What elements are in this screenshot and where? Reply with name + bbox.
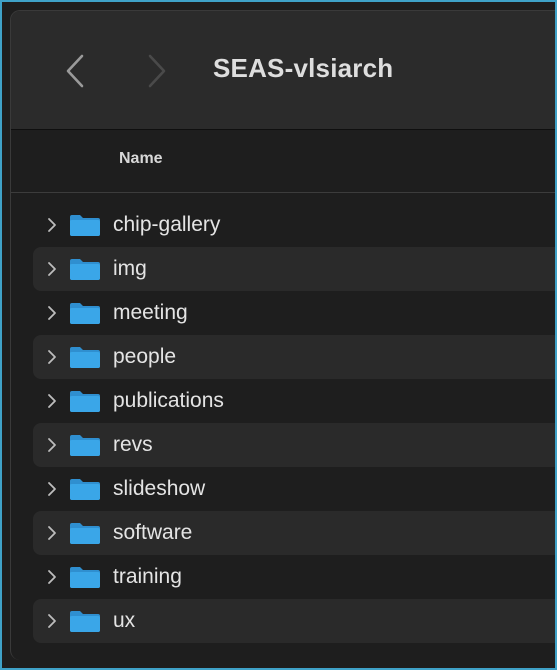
list-item[interactable]: publications <box>33 379 555 423</box>
file-name: people <box>113 345 177 368</box>
list-item[interactable]: ux <box>33 599 555 643</box>
folder-icon <box>69 389 101 413</box>
file-name: chip-gallery <box>113 213 221 236</box>
file-name: img <box>113 257 147 280</box>
list-item[interactable]: training <box>33 555 555 599</box>
chevron-right-icon <box>148 54 166 88</box>
file-name: software <box>113 521 193 544</box>
disclosure-chevron-icon[interactable] <box>47 437 59 453</box>
file-name: revs <box>113 433 153 456</box>
folder-icon <box>69 301 101 325</box>
list-item[interactable]: meeting <box>33 291 555 335</box>
list-item[interactable]: slideshow <box>33 467 555 511</box>
list-item[interactable]: img <box>33 247 555 291</box>
list-item[interactable]: chip-gallery <box>33 203 555 247</box>
folder-icon <box>69 609 101 633</box>
disclosure-chevron-icon[interactable] <box>47 481 59 497</box>
chevron-left-icon <box>66 54 84 88</box>
file-name: meeting <box>113 301 188 324</box>
folder-icon <box>69 257 101 281</box>
list-item[interactable]: revs <box>33 423 555 467</box>
folder-icon <box>69 433 101 457</box>
file-name: slideshow <box>113 477 206 500</box>
disclosure-chevron-icon[interactable] <box>47 569 59 585</box>
back-button[interactable] <box>55 51 95 91</box>
file-name: training <box>113 565 182 588</box>
folder-icon <box>69 213 101 237</box>
forward-button[interactable] <box>137 51 177 91</box>
column-header: Name <box>11 130 555 193</box>
disclosure-chevron-icon[interactable] <box>47 525 59 541</box>
name-column-header[interactable]: Name <box>119 150 163 168</box>
toolbar: SEAS-vlsiarch <box>11 11 555 130</box>
finder-window: SEAS-vlsiarch Name chip-gallery img meetin… <box>10 10 555 660</box>
folder-icon <box>69 565 101 589</box>
disclosure-chevron-icon[interactable] <box>47 613 59 629</box>
disclosure-chevron-icon[interactable] <box>47 349 59 365</box>
file-name: ux <box>113 609 136 632</box>
file-list: chip-gallery img meeting people publications… <box>33 203 555 643</box>
window-title: SEAS-vlsiarch <box>213 53 394 83</box>
folder-icon <box>69 521 101 545</box>
screenshot-frame: SEAS-vlsiarch Name chip-gallery img meetin… <box>0 0 557 670</box>
list-item[interactable]: software <box>33 511 555 555</box>
disclosure-chevron-icon[interactable] <box>47 217 59 233</box>
disclosure-chevron-icon[interactable] <box>47 393 59 409</box>
disclosure-chevron-icon[interactable] <box>47 261 59 277</box>
folder-icon <box>69 477 101 501</box>
folder-icon <box>69 345 101 369</box>
file-name: publications <box>113 389 224 412</box>
list-item[interactable]: people <box>33 335 555 379</box>
disclosure-chevron-icon[interactable] <box>47 305 59 321</box>
